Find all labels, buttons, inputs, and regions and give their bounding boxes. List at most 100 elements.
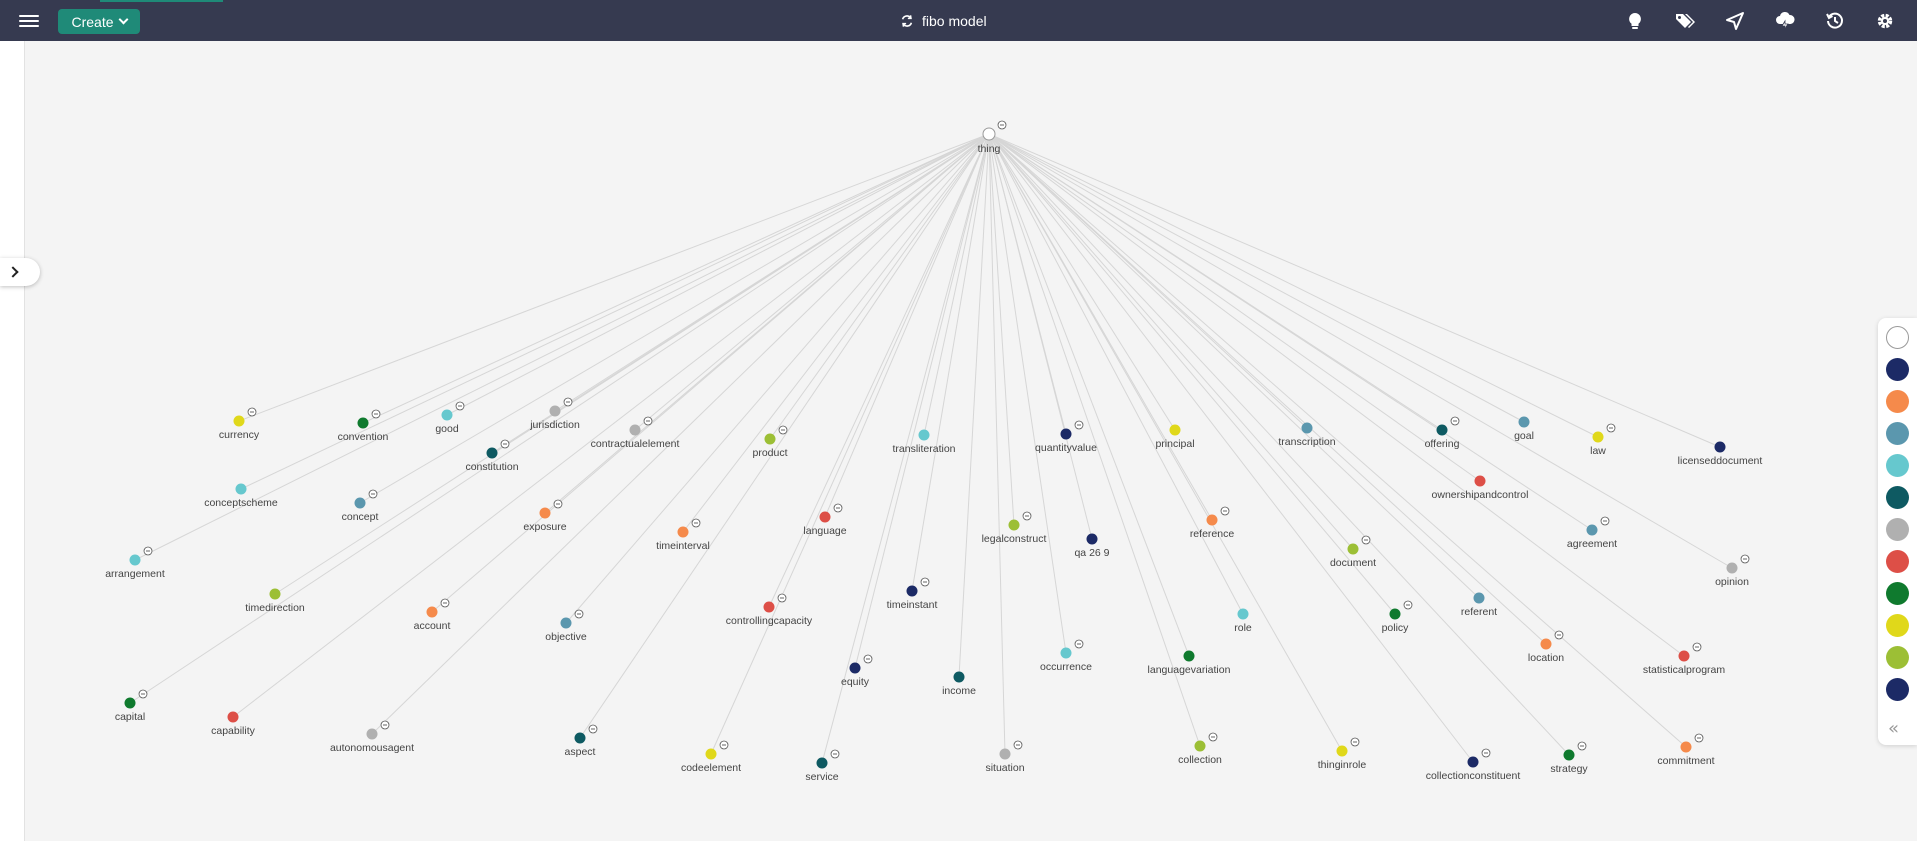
node-dot[interactable] [1436, 424, 1448, 436]
graph-node[interactable]: commitment [1657, 733, 1715, 767]
color-swatch[interactable] [1886, 454, 1909, 477]
node-dot[interactable] [1518, 416, 1530, 428]
graph-node[interactable]: timeinstant [887, 577, 938, 611]
node-dot[interactable] [1237, 608, 1249, 620]
node-dot[interactable] [819, 511, 831, 523]
collapse-node-icon[interactable] [368, 489, 378, 499]
graph-node[interactable]: licenseddocument [1678, 441, 1763, 468]
hamburger-menu-icon[interactable] [19, 12, 39, 29]
node-dot[interactable] [574, 732, 586, 744]
node-dot[interactable] [1726, 562, 1738, 574]
graph-node[interactable]: statisticalprogram [1643, 642, 1726, 676]
lightbulb-icon[interactable] [1623, 9, 1647, 33]
graph-node[interactable]: concept [342, 489, 379, 523]
graph-node[interactable]: service [805, 749, 840, 783]
graph-node[interactable]: occurrence [1040, 639, 1092, 673]
collapse-node-icon[interactable] [563, 397, 573, 407]
collapse-node-icon[interactable] [1481, 748, 1491, 758]
collapse-node-icon[interactable] [440, 598, 450, 608]
collapse-node-icon[interactable] [1361, 535, 1371, 545]
node-dot[interactable] [763, 601, 775, 613]
graph-node[interactable]: collectionconstituent [1426, 748, 1521, 782]
node-dot[interactable] [124, 697, 136, 709]
collapse-node-icon[interactable] [1403, 600, 1413, 610]
collapse-node-icon[interactable] [1740, 554, 1750, 564]
root-node-dot[interactable] [982, 127, 996, 141]
collapse-node-icon[interactable] [863, 654, 873, 664]
color-swatch[interactable] [1886, 326, 1909, 349]
node-dot[interactable] [677, 526, 689, 538]
collapse-node-icon[interactable] [1554, 630, 1564, 640]
color-swatch[interactable] [1886, 646, 1909, 669]
collapse-node-icon[interactable] [719, 740, 729, 750]
graph-node[interactable]: languagevariation [1148, 650, 1231, 677]
gear-icon[interactable] [1873, 9, 1897, 33]
graph-node[interactable]: thinginrole [1318, 737, 1367, 771]
node-dot[interactable] [1678, 650, 1690, 662]
collapse-node-icon[interactable] [691, 518, 701, 528]
node-dot[interactable] [906, 585, 918, 597]
collapse-node-icon[interactable] [1577, 741, 1587, 751]
node-dot[interactable] [549, 405, 561, 417]
node-dot[interactable] [1206, 514, 1218, 526]
node-dot[interactable] [1008, 519, 1020, 531]
node-dot[interactable] [1389, 608, 1401, 620]
node-dot[interactable] [227, 711, 239, 723]
collapse-node-icon[interactable] [778, 425, 788, 435]
collapse-node-icon[interactable] [1220, 506, 1230, 516]
graph-node[interactable]: document [1330, 535, 1376, 569]
graph-node[interactable]: timedirection [245, 588, 305, 615]
graph-node[interactable]: ownershipandcontrol [1432, 475, 1529, 502]
collapse-node-icon[interactable] [371, 409, 381, 419]
collapse-node-icon[interactable] [1074, 420, 1084, 430]
node-dot[interactable] [1169, 424, 1181, 436]
color-swatch[interactable] [1886, 486, 1909, 509]
node-dot[interactable] [486, 447, 498, 459]
collapse-node-icon[interactable] [777, 593, 787, 603]
node-dot[interactable] [1467, 756, 1479, 768]
graph-node[interactable]: language [803, 503, 847, 537]
node-dot[interactable] [1586, 524, 1598, 536]
color-swatch[interactable] [1886, 358, 1909, 381]
node-dot[interactable] [849, 662, 861, 674]
collapse-node-icon[interactable] [920, 577, 930, 587]
collapse-node-icon[interactable] [643, 416, 653, 426]
graph-node[interactable]: qa 26 9 [1074, 533, 1110, 560]
node-dot[interactable] [1301, 422, 1313, 434]
color-swatch[interactable] [1886, 550, 1909, 573]
graph-node[interactable]: arrangement [105, 546, 165, 580]
node-dot[interactable] [1592, 431, 1604, 443]
graph-canvas[interactable]: currency convention good jurisdiction consti… [25, 41, 1917, 841]
graph-node[interactable]: transcription [1278, 422, 1336, 449]
graph-node[interactable]: law [1590, 423, 1616, 457]
node-dot[interactable] [1060, 428, 1072, 440]
collapse-palette-icon[interactable]: « [1888, 718, 1899, 739]
graph-node[interactable]: aspect [565, 724, 598, 758]
collapse-node-icon[interactable] [1208, 732, 1218, 742]
node-dot[interactable] [816, 757, 828, 769]
collapse-node-icon[interactable] [143, 546, 153, 556]
graph-node[interactable]: product [752, 425, 788, 459]
color-swatch[interactable] [1886, 582, 1909, 605]
graph-svg[interactable]: currency convention good jurisdiction consti… [25, 41, 1917, 841]
node-dot[interactable] [441, 409, 453, 421]
node-dot[interactable] [366, 728, 378, 740]
graph-node[interactable]: principal [1155, 424, 1195, 451]
collapse-node-icon[interactable] [1074, 639, 1084, 649]
node-dot[interactable] [1060, 647, 1072, 659]
graph-node[interactable]: policy [1382, 600, 1413, 634]
graph-node[interactable]: conceptscheme [204, 483, 278, 510]
node-dot[interactable] [1347, 543, 1359, 555]
color-swatch[interactable] [1886, 518, 1909, 541]
color-swatch[interactable] [1886, 614, 1909, 637]
color-swatch[interactable] [1886, 678, 1909, 701]
graph-node[interactable]: quantityvalue [1035, 420, 1097, 454]
collapse-node-icon[interactable] [830, 749, 840, 759]
collapse-node-icon[interactable] [138, 689, 148, 699]
collapse-node-icon[interactable] [833, 503, 843, 513]
graph-node[interactable]: contractualelement [591, 416, 680, 450]
collapse-node-icon[interactable] [997, 120, 1007, 130]
collapse-node-icon[interactable] [1606, 423, 1616, 433]
node-dot[interactable] [269, 588, 281, 600]
collapse-node-icon[interactable] [1694, 733, 1704, 743]
